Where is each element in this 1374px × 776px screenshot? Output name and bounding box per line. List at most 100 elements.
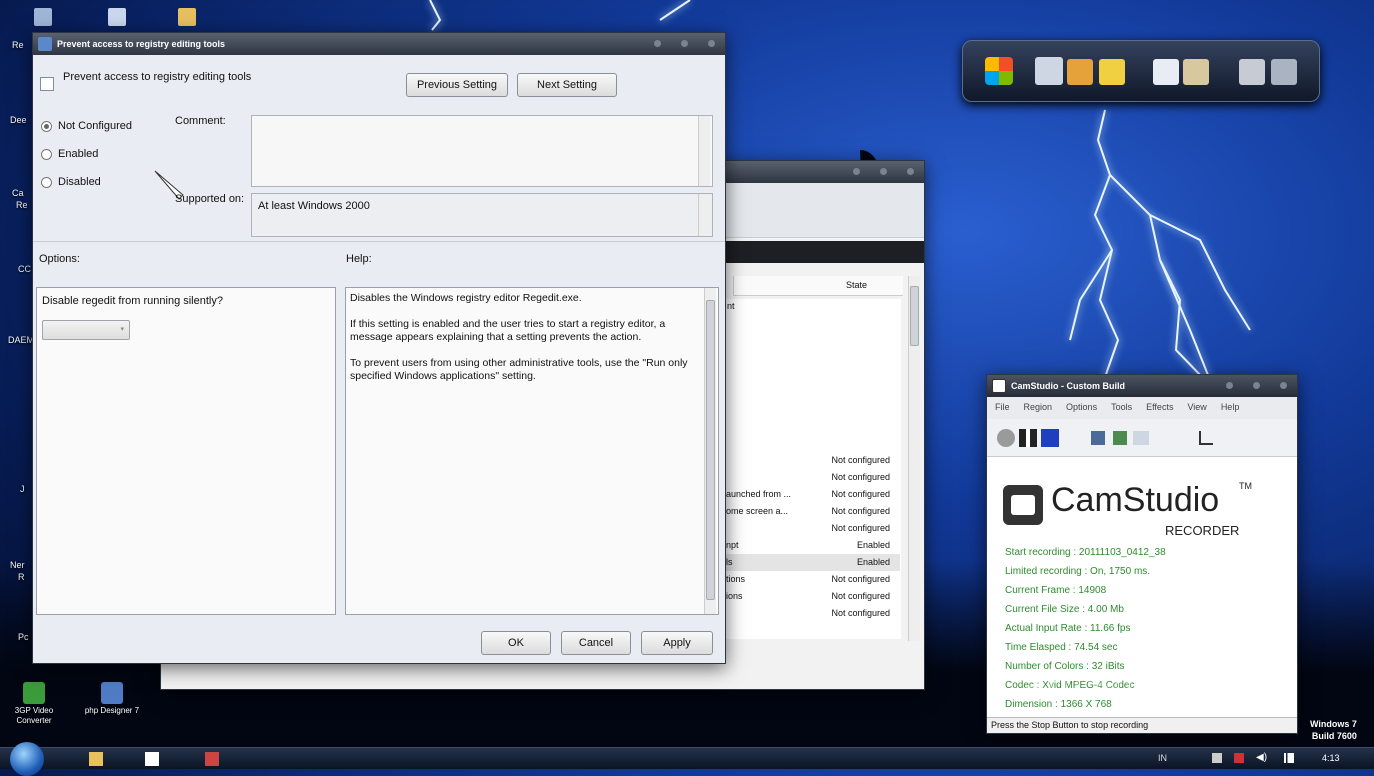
os-badge: Windows 7 Build 7600: [1310, 719, 1357, 741]
row-state: Enabled: [856, 557, 890, 567]
radio-not-configured[interactable]: Not Configured: [41, 117, 132, 135]
menu-region[interactable]: Region: [1024, 402, 1053, 414]
autopan-icon[interactable]: [1199, 431, 1213, 445]
desktop-label[interactable]: CC: [18, 264, 31, 274]
signal-icon[interactable]: [1234, 753, 1244, 763]
network-icon[interactable]: [1212, 753, 1222, 763]
swf-icon[interactable]: [1133, 431, 1149, 445]
supported-label: Supported on:: [175, 193, 245, 205]
dialog-titlebar[interactable]: Prevent access to registry editing tools: [33, 33, 725, 55]
table-row[interactable]: Not configured: [726, 452, 900, 469]
menu-tools[interactable]: Tools: [1111, 402, 1132, 414]
desktop-icon-php[interactable]: php Designer 7: [82, 682, 142, 716]
camstudio-logo-text: CamStudio: [1051, 481, 1220, 519]
maximize-button[interactable]: [1253, 382, 1260, 389]
desktop-label[interactable]: J: [20, 484, 25, 494]
supported-field: At least Windows 2000: [251, 193, 713, 237]
apply-button[interactable]: Apply: [641, 631, 713, 655]
close-button[interactable]: [1280, 382, 1287, 389]
ok-button[interactable]: OK: [481, 631, 551, 655]
table-row[interactable]: ome screen a... Not configured: [726, 503, 900, 520]
app-icon[interactable]: [178, 8, 196, 26]
comment-field[interactable]: [251, 115, 713, 187]
maximize-button[interactable]: [880, 168, 887, 175]
camstudio-titlebar[interactable]: CamStudio - Custom Build: [987, 375, 1297, 397]
word-doc-icon[interactable]: [1153, 59, 1179, 85]
radio-disabled[interactable]: Disabled: [41, 173, 132, 191]
gpedit-scrollbar[interactable]: [908, 276, 920, 641]
recycle-bin-icon[interactable]: [34, 8, 52, 26]
flag-icon[interactable]: [1284, 753, 1294, 763]
volume-icon[interactable]: ◀): [1256, 752, 1267, 763]
table-row[interactable]: npt Enabled: [726, 537, 900, 554]
next-setting-button[interactable]: Next Setting: [517, 73, 617, 97]
setting-icon: [40, 77, 54, 91]
annotation-icon[interactable]: [1113, 431, 1127, 445]
desktop-label[interactable]: R: [18, 572, 25, 582]
cancel-button[interactable]: Cancel: [561, 631, 631, 655]
table-row[interactable]: ls Enabled: [726, 554, 900, 571]
desktop-label[interactable]: Re: [16, 200, 28, 210]
table-row[interactable]: aunched from ... Not configured: [726, 486, 900, 503]
camstudio-status-bar: Press the Stop Button to stop recording: [987, 717, 1297, 733]
logo-tm: TM: [1239, 481, 1252, 491]
row-state: Not configured: [831, 574, 890, 584]
close-button[interactable]: [708, 40, 715, 47]
language-indicator[interactable]: IN: [1158, 753, 1167, 763]
menu-options[interactable]: Options: [1066, 402, 1097, 414]
desktop-label[interactable]: Pc: [18, 632, 29, 642]
table-row[interactable]: tions Not configured: [726, 571, 900, 588]
desktop-label[interactable]: Re: [12, 40, 24, 50]
logo-sub: RECORDER: [1165, 523, 1240, 538]
start-button[interactable]: [10, 742, 44, 776]
table-row[interactable]: Not configured: [726, 520, 900, 537]
chevron-down-icon: ▾: [120, 326, 124, 333]
stop-icon[interactable]: [1041, 429, 1059, 447]
clock[interactable]: 4:13: [1322, 753, 1340, 763]
taskbar-item[interactable]: [192, 750, 232, 768]
desktop-label[interactable]: Ner: [10, 560, 25, 570]
stat-line: Current Frame : 14908: [1005, 585, 1107, 596]
list-item[interactable]: nt: [727, 301, 735, 311]
table-row[interactable]: Not configured: [726, 605, 900, 622]
minimize-button[interactable]: [853, 168, 860, 175]
desktop-label[interactable]: Ca: [12, 188, 24, 198]
table-row[interactable]: Not configured: [726, 469, 900, 486]
state-column-header[interactable]: State: [733, 276, 903, 296]
menu-help[interactable]: Help: [1221, 402, 1240, 414]
close-button[interactable]: [907, 168, 914, 175]
maximize-button[interactable]: [681, 40, 688, 47]
help-scrollbar[interactable]: [704, 288, 716, 614]
windows-flag-icon[interactable]: [985, 57, 1013, 85]
desktop-label[interactable]: DAEM: [8, 335, 34, 345]
drive-icon[interactable]: [1271, 59, 1297, 85]
menu-view[interactable]: View: [1187, 402, 1206, 414]
lightning-tool-icon[interactable]: [1099, 59, 1125, 85]
php-designer-icon: [101, 682, 123, 704]
radio-enabled[interactable]: Enabled: [41, 145, 132, 163]
minimize-button[interactable]: [1226, 382, 1233, 389]
taskbar-item[interactable]: [132, 750, 172, 768]
clapper-icon[interactable]: [1035, 57, 1063, 85]
taskbar-item[interactable]: [76, 750, 116, 768]
pause-icon[interactable]: [1019, 429, 1037, 447]
region-icon[interactable]: [1091, 431, 1105, 445]
option-dropdown[interactable]: ▾: [42, 320, 130, 340]
desktop-label[interactable]: Dee: [10, 115, 27, 125]
row-state: Not configured: [831, 472, 890, 482]
record-icon[interactable]: [997, 429, 1015, 447]
taskbar: IN ◀) 4:13: [0, 742, 1374, 776]
stat-line: Time Elasped : 74.54 sec: [1005, 642, 1118, 653]
previous-setting-button[interactable]: Previous Setting: [406, 73, 508, 97]
table-row[interactable]: ions Not configured: [726, 588, 900, 605]
menu-effects[interactable]: Effects: [1146, 402, 1173, 414]
tool-icon[interactable]: [108, 8, 126, 26]
camstudio-menubar: File Region Options Tools Effects View H…: [987, 397, 1297, 419]
options-panel: Disable regedit from running silently? ▾: [36, 287, 336, 615]
tools-icon[interactable]: [1239, 59, 1265, 85]
magnifier-icon[interactable]: [1067, 59, 1093, 85]
menu-file[interactable]: File: [995, 402, 1010, 414]
minimize-button[interactable]: [654, 40, 661, 47]
notepad-icon[interactable]: [1183, 59, 1209, 85]
desktop-icon-3gp[interactable]: 3GP Video Converter: [4, 682, 64, 725]
